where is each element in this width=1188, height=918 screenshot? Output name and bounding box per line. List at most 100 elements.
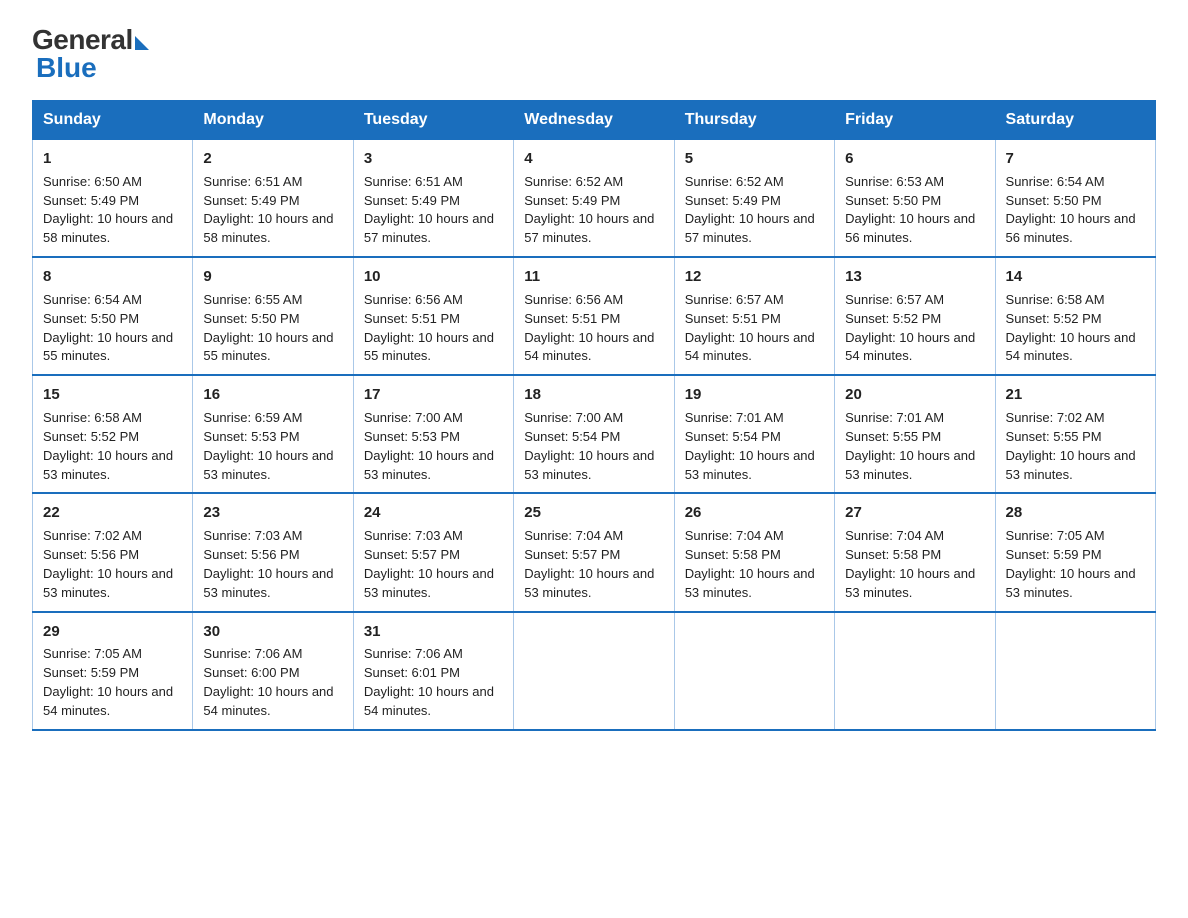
day-number: 19: [685, 384, 824, 406]
day-header-sunday: Sunday: [33, 101, 193, 140]
calendar-cell: 21Sunrise: 7:02 AMSunset: 5:55 PMDayligh…: [995, 375, 1155, 493]
daylight-text: Daylight: 10 hours and 54 minutes.: [845, 330, 975, 364]
sunset-text: Sunset: 5:49 PM: [203, 193, 299, 208]
calendar-cell: 13Sunrise: 6:57 AMSunset: 5:52 PMDayligh…: [835, 257, 995, 375]
sunrise-text: Sunrise: 7:04 AM: [524, 528, 623, 543]
day-number: 23: [203, 502, 342, 524]
daylight-text: Daylight: 10 hours and 57 minutes.: [685, 211, 815, 245]
calendar-cell: 6Sunrise: 6:53 AMSunset: 5:50 PMDaylight…: [835, 140, 995, 258]
sunset-text: Sunset: 5:55 PM: [1006, 429, 1102, 444]
calendar-cell: 2Sunrise: 6:51 AMSunset: 5:49 PMDaylight…: [193, 140, 353, 258]
sunrise-text: Sunrise: 7:05 AM: [1006, 528, 1105, 543]
daylight-text: Daylight: 10 hours and 53 minutes.: [203, 448, 333, 482]
sunrise-text: Sunrise: 7:02 AM: [1006, 410, 1105, 425]
day-number: 28: [1006, 502, 1145, 524]
day-header-friday: Friday: [835, 101, 995, 140]
daylight-text: Daylight: 10 hours and 56 minutes.: [1006, 211, 1136, 245]
sunrise-text: Sunrise: 6:58 AM: [43, 410, 142, 425]
sunrise-text: Sunrise: 6:59 AM: [203, 410, 302, 425]
sunset-text: Sunset: 6:00 PM: [203, 665, 299, 680]
calendar-week-row: 8Sunrise: 6:54 AMSunset: 5:50 PMDaylight…: [33, 257, 1156, 375]
sunset-text: Sunset: 5:56 PM: [203, 547, 299, 562]
calendar-cell: 20 Sunrise: 7:01 AM Sunset: 5:55 PM Dayligh…: [835, 375, 995, 493]
daylight-text: Daylight: 10 hours and 53 minutes.: [845, 448, 975, 482]
calendar-cell: [995, 612, 1155, 730]
calendar-cell: 29Sunrise: 7:05 AMSunset: 5:59 PMDayligh…: [33, 612, 193, 730]
calendar-cell: 18Sunrise: 7:00 AMSunset: 5:54 PMDayligh…: [514, 375, 674, 493]
calendar-cell: [514, 612, 674, 730]
daylight-text: Daylight: 10 hours and 53 minutes.: [43, 566, 173, 600]
sunrise-text: Sunrise: 7:05 AM: [43, 646, 142, 661]
calendar-cell: 14Sunrise: 6:58 AMSunset: 5:52 PMDayligh…: [995, 257, 1155, 375]
sunrise-text: Sunrise: 6:56 AM: [524, 292, 623, 307]
day-number: 5: [685, 148, 824, 170]
day-number: 24: [364, 502, 503, 524]
calendar-cell: 17Sunrise: 7:00 AMSunset: 5:53 PMDayligh…: [353, 375, 513, 493]
sunset-text: Sunset: 5:50 PM: [845, 193, 941, 208]
day-number: 10: [364, 266, 503, 288]
sunrise-text: Sunrise: 6:54 AM: [43, 292, 142, 307]
daylight-text: Daylight: 10 hours and 53 minutes.: [685, 448, 815, 482]
sunrise-text: Sunrise: 7:03 AM: [203, 528, 302, 543]
calendar-week-row: 15 Sunrise: 6:58 AM Sunset: 5:52 PM Dayligh…: [33, 375, 1156, 493]
sunset-text: Sunset: 5:58 PM: [845, 547, 941, 562]
sunrise-text: Sunrise: 7:03 AM: [364, 528, 463, 543]
sunset-text: Sunset: 5:49 PM: [364, 193, 460, 208]
daylight-text: Daylight: 10 hours and 53 minutes.: [364, 566, 494, 600]
day-number: 18: [524, 384, 663, 406]
sunrise-text: Sunrise: 7:01 AM: [845, 410, 944, 425]
calendar-header-row: SundayMondayTuesdayWednesdayThursdayFrid…: [33, 101, 1156, 140]
sunset-text: Sunset: 5:49 PM: [43, 193, 139, 208]
sunset-text: Sunset: 5:53 PM: [364, 429, 460, 444]
daylight-text: Daylight: 10 hours and 54 minutes.: [43, 684, 173, 718]
daylight-text: Daylight: 10 hours and 53 minutes.: [203, 566, 333, 600]
calendar-cell: 25Sunrise: 7:04 AMSunset: 5:57 PMDayligh…: [514, 493, 674, 611]
sunset-text: Sunset: 5:59 PM: [1006, 547, 1102, 562]
calendar-week-row: 22Sunrise: 7:02 AMSunset: 5:56 PMDayligh…: [33, 493, 1156, 611]
day-number: 15: [43, 384, 182, 406]
day-header-thursday: Thursday: [674, 101, 834, 140]
day-number: 12: [685, 266, 824, 288]
sunrise-text: Sunrise: 6:57 AM: [685, 292, 784, 307]
daylight-text: Daylight: 10 hours and 53 minutes.: [364, 448, 494, 482]
sunset-text: Sunset: 5:57 PM: [524, 547, 620, 562]
day-header-tuesday: Tuesday: [353, 101, 513, 140]
day-number: 31: [364, 621, 503, 643]
sunset-text: Sunset: 5:56 PM: [43, 547, 139, 562]
sunset-text: Sunset: 5:55 PM: [845, 429, 941, 444]
day-number: 9: [203, 266, 342, 288]
daylight-text: Daylight: 10 hours and 55 minutes.: [43, 330, 173, 364]
day-number: 14: [1006, 266, 1145, 288]
daylight-text: Daylight: 10 hours and 55 minutes.: [203, 330, 333, 364]
calendar-cell: 8Sunrise: 6:54 AMSunset: 5:50 PMDaylight…: [33, 257, 193, 375]
day-number: 1: [43, 148, 182, 170]
daylight-text: Daylight: 10 hours and 54 minutes.: [364, 684, 494, 718]
daylight-text: Daylight: 10 hours and 55 minutes.: [364, 330, 494, 364]
sunrise-text: Sunrise: 6:51 AM: [364, 174, 463, 189]
sunset-text: Sunset: 5:54 PM: [524, 429, 620, 444]
day-number: 20: [845, 384, 984, 406]
sunset-text: Sunset: 5:50 PM: [1006, 193, 1102, 208]
daylight-text: Daylight: 10 hours and 56 minutes.: [845, 211, 975, 245]
day-number: 4: [524, 148, 663, 170]
calendar-cell: 4Sunrise: 6:52 AMSunset: 5:49 PMDaylight…: [514, 140, 674, 258]
daylight-text: Daylight: 10 hours and 58 minutes.: [203, 211, 333, 245]
sunset-text: Sunset: 5:50 PM: [43, 311, 139, 326]
calendar-cell: 31Sunrise: 7:06 AMSunset: 6:01 PMDayligh…: [353, 612, 513, 730]
daylight-text: Daylight: 10 hours and 53 minutes.: [524, 566, 654, 600]
sunset-text: Sunset: 5:52 PM: [43, 429, 139, 444]
calendar-cell: [835, 612, 995, 730]
daylight-text: Daylight: 10 hours and 54 minutes.: [524, 330, 654, 364]
daylight-text: Daylight: 10 hours and 54 minutes.: [685, 330, 815, 364]
sunrise-text: Sunrise: 7:01 AM: [685, 410, 784, 425]
day-number: 27: [845, 502, 984, 524]
day-number: 11: [524, 266, 663, 288]
calendar-cell: 3Sunrise: 6:51 AMSunset: 5:49 PMDaylight…: [353, 140, 513, 258]
day-header-monday: Monday: [193, 101, 353, 140]
sunrise-text: Sunrise: 6:53 AM: [845, 174, 944, 189]
sunrise-text: Sunrise: 6:52 AM: [524, 174, 623, 189]
calendar-cell: 24Sunrise: 7:03 AMSunset: 5:57 PMDayligh…: [353, 493, 513, 611]
sunrise-text: Sunrise: 6:58 AM: [1006, 292, 1105, 307]
sunset-text: Sunset: 5:51 PM: [685, 311, 781, 326]
daylight-text: Daylight: 10 hours and 57 minutes.: [364, 211, 494, 245]
